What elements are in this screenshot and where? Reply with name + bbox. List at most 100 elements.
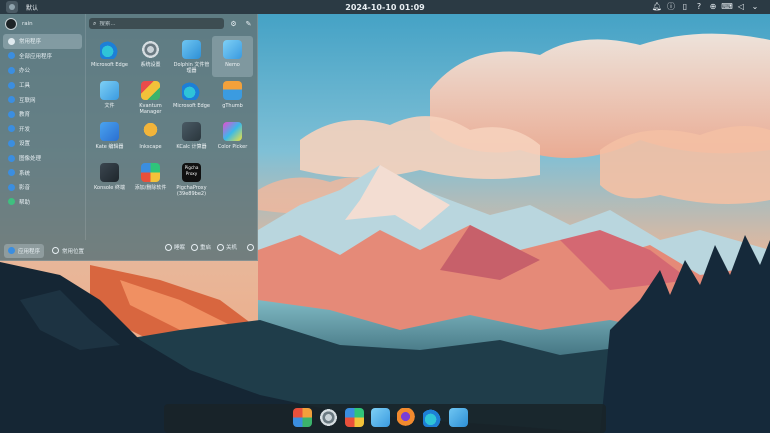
app-item[interactable]: Nemo <box>212 36 253 77</box>
app-label: Kvantum Manager <box>139 103 162 115</box>
shutdown-button[interactable]: 关机 <box>216 243 237 251</box>
kvantum-icon <box>141 81 160 100</box>
app-item[interactable]: 系统设置 <box>130 36 171 77</box>
pin-icon[interactable]: ✎ <box>244 19 253 28</box>
app-item[interactable]: Inkscape <box>130 118 171 159</box>
tab-places-label: 常用位置 <box>62 248 85 255</box>
category-item[interactable]: 工具 <box>3 78 82 93</box>
category-item[interactable]: 开发 <box>3 122 82 137</box>
app-label: PigchaProxy (39e89be2) <box>176 185 207 197</box>
app-item[interactable]: Microsoft Edge <box>89 36 130 77</box>
software-store-icon <box>141 163 160 182</box>
app-launcher-icon[interactable] <box>6 1 18 13</box>
app-label: Konsole 终端 <box>94 185 125 191</box>
category-label: 开发 <box>19 126 31 133</box>
category-label: 互联网 <box>19 97 36 104</box>
category-item[interactable]: 教育 <box>3 107 82 122</box>
chevron-down-icon[interactable]: ⌄ <box>750 2 760 12</box>
app-item[interactable]: KCalc 计算器 <box>171 118 212 159</box>
app-item[interactable]: Color Picker <box>212 118 253 159</box>
category-item[interactable]: 互联网 <box>3 92 82 107</box>
info-icon[interactable]: ⓘ <box>666 2 676 12</box>
system-settings-icon <box>141 40 160 59</box>
user-name: rain <box>22 21 33 27</box>
app-label: gThumb <box>222 103 243 109</box>
more-icon <box>247 243 254 251</box>
category-label: 常用程序 <box>19 39 42 46</box>
help-icon[interactable]: ? <box>694 2 704 12</box>
menu-sidebar: rain 常用程序全部应用程序 办公工具互联网教育开发设置 图像处理 系统影音帮助 <box>0 14 86 240</box>
sleep-label: 睡眠 <box>173 245 185 251</box>
app-label: Nemo <box>225 62 240 68</box>
avatar[interactable] <box>5 18 17 30</box>
multimedia-icon <box>8 183 15 191</box>
user-row[interactable]: rain <box>0 14 85 34</box>
tab-applications[interactable]: 应用程序 <box>4 243 45 258</box>
sleep-button[interactable]: 睡眠 <box>164 243 185 251</box>
volume-icon[interactable]: ◁ <box>736 2 746 12</box>
files-icon <box>100 81 119 100</box>
restart-button[interactable]: 重启 <box>190 243 211 251</box>
software-store-icon[interactable] <box>345 408 364 427</box>
search-box[interactable]: ⌕ <box>89 18 224 29</box>
settings-icon[interactable]: ⚙ <box>229 19 238 28</box>
app-item[interactable]: 文件 <box>89 77 130 118</box>
app-item[interactable]: Kvantum Manager <box>130 77 171 118</box>
kate-icon <box>100 122 119 141</box>
app-label: Dolphin 文件管理器 <box>173 62 210 74</box>
app-label: 添加/删除软件 <box>134 185 167 191</box>
category-label: 办公 <box>19 68 31 75</box>
category-item[interactable]: 常用程序 <box>3 34 82 49</box>
tab-places[interactable]: 常用位置 <box>48 244 88 258</box>
app-item[interactable]: gThumb <box>212 77 253 118</box>
category-item[interactable]: 设置 <box>3 136 82 151</box>
category-item[interactable]: 影音 <box>3 180 82 195</box>
top-panel: 默认 2024-10-10 01:09 🔔︎ ⓘ ▯ ? ⊕ ⌨ ◁ ⌄ <box>0 0 770 14</box>
clipboard-icon[interactable]: ▯ <box>680 2 690 12</box>
category-item[interactable]: 全部应用程序 <box>3 49 82 64</box>
keyboard-icon[interactable]: ⌨ <box>721 2 733 12</box>
more-button[interactable] <box>243 243 254 251</box>
internet-icon <box>8 96 15 104</box>
category-item[interactable]: 办公 <box>3 63 82 78</box>
edge-icon[interactable] <box>423 408 442 427</box>
application-menu: rain 常用程序全部应用程序 办公工具互联网教育开发设置 图像处理 系统影音帮助 ⌕… <box>0 14 258 261</box>
restart-icon <box>190 243 198 251</box>
dock <box>164 404 606 433</box>
education-icon <box>8 110 15 118</box>
shutdown-label: 关机 <box>225 245 237 251</box>
menu-bottom-bar: 应用程序 常用位置 睡眠 重启 关机 <box>0 240 258 261</box>
app-item[interactable]: Pigcha Proxy PigchaProxy (39e89be2) <box>171 159 212 200</box>
app-item[interactable]: Kate 编辑器 <box>89 118 130 159</box>
bookmark-icon <box>8 37 15 45</box>
category-list: 常用程序全部应用程序 办公工具互联网教育开发设置 图像处理 系统影音帮助 <box>0 34 85 209</box>
kcalc-icon <box>182 122 201 141</box>
app-item[interactable]: Microsoft Edge <box>171 77 212 118</box>
app-item[interactable]: Konsole 终端 <box>89 159 130 200</box>
category-label: 全部应用程序 <box>19 53 53 60</box>
bell-icon[interactable]: 🔔︎ <box>652 2 662 12</box>
category-label: 影音 <box>19 185 31 192</box>
dolphin-icon <box>182 40 201 59</box>
active-window-title[interactable]: 默认 <box>26 3 38 12</box>
inkscape-icon <box>141 122 160 141</box>
app-launcher-icon[interactable] <box>293 408 312 427</box>
development-icon <box>8 125 15 133</box>
category-item[interactable]: 系统 <box>3 165 82 180</box>
category-item[interactable]: 帮助 <box>3 195 82 210</box>
search-input[interactable] <box>99 20 210 27</box>
firefox-icon[interactable] <box>397 408 416 427</box>
apps-icon <box>8 52 15 60</box>
system-settings-icon[interactable] <box>319 408 338 427</box>
app-item[interactable]: Dolphin 文件管理器 <box>171 36 212 77</box>
app-label: 系统设置 <box>140 62 161 68</box>
app-label: Inkscape <box>139 144 162 150</box>
app-item[interactable]: 添加/删除软件 <box>130 159 171 200</box>
dolphin-icon[interactable] <box>449 408 468 427</box>
app-label: Color Picker <box>217 144 248 150</box>
category-item[interactable]: 图像处理 <box>3 151 82 166</box>
gthumb-icon <box>223 81 242 100</box>
office-icon <box>8 66 15 74</box>
files-icon[interactable] <box>371 408 390 427</box>
globe-icon[interactable]: ⊕ <box>708 2 718 12</box>
